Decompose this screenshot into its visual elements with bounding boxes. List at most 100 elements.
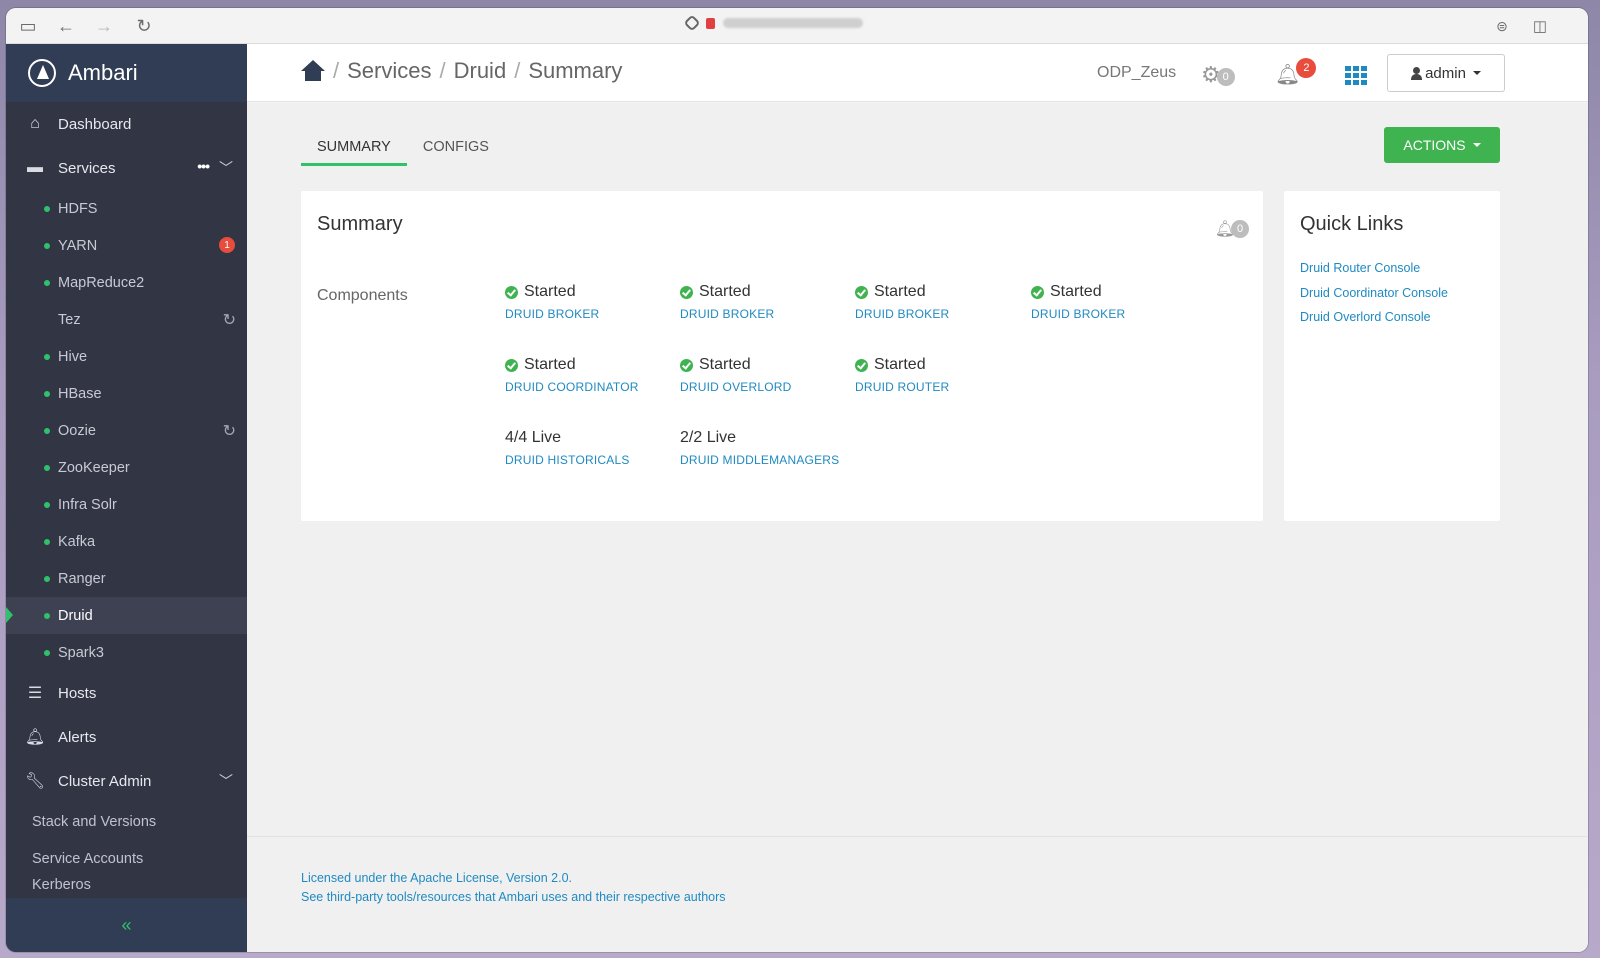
sidebar-item-service-accounts[interactable]: Service Accounts [6,840,247,877]
sidebar-item-druid[interactable]: Druid [6,597,247,634]
chevron-down-icon[interactable]: ﹀ [219,771,233,791]
breadcrumb-services[interactable]: Services [347,58,431,84]
sidebar-item-services[interactable]: ▬ Services ••• ﹀ [6,146,247,190]
restart-required-icon[interactable]: ↻ [223,421,236,441]
sidebar-item-stack-versions[interactable]: Stack and Versions [6,803,247,840]
status-dot-icon [44,242,50,249]
chevron-down-icon[interactable]: ﹀ [219,158,233,178]
quick-link-overlord[interactable]: Druid Overlord Console [1300,310,1431,324]
component-item: Started DRUID COORDINATOR [505,356,675,394]
sidebar-item-oozie[interactable]: Oozie ↻ [6,412,247,449]
component-link[interactable]: DRUID BROKER [1031,307,1201,321]
component-link[interactable]: DRUID BROKER [505,307,675,321]
check-circle-icon [680,285,693,299]
sidebar-item-zookeeper[interactable]: ZooKeeper [6,449,247,486]
collapse-sidebar-icon[interactable]: « [6,898,247,952]
sidebar-item-hosts[interactable]: ☰ Hosts [6,671,247,715]
sidebar-item-label: HBase [58,385,102,402]
caret-down-icon [1472,143,1481,147]
sidebar-item-label: HDFS [58,200,98,217]
sidebar-item-cluster-admin[interactable]: 🔧︎ Cluster Admin ﹀ [6,759,247,803]
quick-link-router[interactable]: Druid Router Console [1300,261,1420,275]
component-link[interactable]: DRUID BROKER [680,307,850,321]
sidebar-item-kerberos[interactable]: Kerberos [6,877,247,891]
user-menu-button[interactable]: admin [1387,54,1505,92]
forward-icon[interactable]: → [92,14,116,38]
extensions-icon[interactable]: ⊜ [1490,14,1514,38]
sidebar-item-label: Ranger [58,570,106,587]
sidebar-item-mapreduce2[interactable]: MapReduce2 [6,264,247,301]
restart-required-icon[interactable]: ↻ [223,310,236,330]
component-state: Started [505,283,675,301]
sidebar-item-alerts[interactable]: 🔔︎ Alerts [6,715,247,759]
sidebar-item-tez[interactable]: Tez ↻ [6,301,247,338]
sidebar-toggle-icon[interactable]: ▭ [16,14,40,38]
briefcase-icon: ▬ [27,159,43,176]
license-link[interactable]: Licensed under the Apache License, Versi… [301,871,572,885]
background-ops-button[interactable]: ⚙ 0 [1201,62,1235,88]
ops-count-badge: 0 [1216,68,1235,86]
alerts-button[interactable]: 🔔︎ 2 [1275,58,1317,87]
apps-grid-icon[interactable] [1345,66,1367,85]
quick-link-coordinator[interactable]: Druid Coordinator Console [1300,286,1448,300]
sidebar-item-kafka[interactable]: Kafka [6,523,247,560]
tab-configs[interactable]: CONFIGS [407,131,505,166]
sidebar-item-label: Dashboard [58,115,132,133]
more-icon[interactable]: ••• [197,158,210,174]
check-circle-icon [855,285,868,299]
component-state: 4/4 Live [505,429,675,447]
footer: Licensed under the Apache License, Versi… [247,836,1588,952]
check-circle-icon [855,358,868,372]
actions-button[interactable]: ACTIONS [1384,127,1500,163]
tab-summary[interactable]: SUMMARY [301,131,407,166]
sidebar-item-hbase[interactable]: HBase [6,375,247,412]
brand[interactable]: Ambari [6,44,247,102]
third-party-link[interactable]: See third-party tools/resources that Amb… [301,890,726,904]
breadcrumb: / Services / Druid / Summary [301,58,622,84]
main-content: SUMMARY CONFIGS ACTIONS Summary 🔔︎ 0 Com… [247,103,1588,952]
check-circle-icon [1031,285,1044,299]
component-link[interactable]: DRUID OVERLORD [680,380,850,394]
breadcrumb-druid[interactable]: Druid [454,58,507,84]
component-item: Started DRUID BROKER [1031,283,1201,321]
component-item: Started DRUID BROKER [680,283,850,321]
sidebar-item-ranger[interactable]: Ranger [6,560,247,597]
bell-icon: 🔔︎ [24,729,46,746]
brand-name: Ambari [68,60,138,85]
component-link[interactable]: DRUID COORDINATOR [505,380,675,394]
sidebar-item-hdfs[interactable]: HDFS [6,190,247,227]
breadcrumb-summary: Summary [528,58,623,83]
component-state: Started [505,356,675,374]
component-link[interactable]: DRUID HISTORICALS [505,453,675,467]
user-name: admin [1425,64,1466,82]
component-link[interactable]: DRUID BROKER [855,307,1025,321]
component-state-text: 2/2 Live [680,429,737,446]
component-state: Started [855,356,1025,374]
sidebar-item-hive[interactable]: Hive [6,338,247,375]
insecure-icon [706,17,715,29]
summary-alerts-button[interactable]: 🔔︎ 0 [1215,219,1249,239]
back-icon[interactable]: ← [54,14,78,38]
ambari-logo-icon [28,59,56,87]
sidebar-item-label: Tez [58,311,81,328]
sidebar-item-label: Hive [58,348,88,365]
component-link[interactable]: DRUID MIDDLEMANAGERS [680,453,850,467]
status-dot-icon [44,538,50,545]
sidebar-item-infra-solr[interactable]: Infra Solr [6,486,247,523]
component-state-text: Started [524,283,576,300]
sidebar-item-dashboard[interactable]: ⌂ Dashboard [6,102,247,146]
status-dot-icon [44,427,50,434]
split-view-icon[interactable]: ◫ [1528,14,1552,38]
status-dot-icon [44,501,50,508]
component-link[interactable]: DRUID ROUTER [855,380,1025,394]
reload-icon[interactable]: ↻ [132,14,156,38]
sidebar-item-label: Hosts [58,684,97,702]
user-icon [1411,67,1423,80]
address-bar[interactable] [683,14,863,32]
sidebar-item-yarn[interactable]: YARN 1 [6,227,247,264]
top-bar: / Services / Druid / Summary ODP_Zeus ⚙ … [247,44,1588,102]
sidebar-item-label: Druid [58,607,93,624]
sidebar-item-spark3[interactable]: Spark3 [6,634,247,671]
home-icon[interactable] [301,60,325,82]
service-list: HDFS YARN 1 MapReduce2 Tez ↻ Hive HBase Oozie ↻ Zo… [6,190,247,671]
